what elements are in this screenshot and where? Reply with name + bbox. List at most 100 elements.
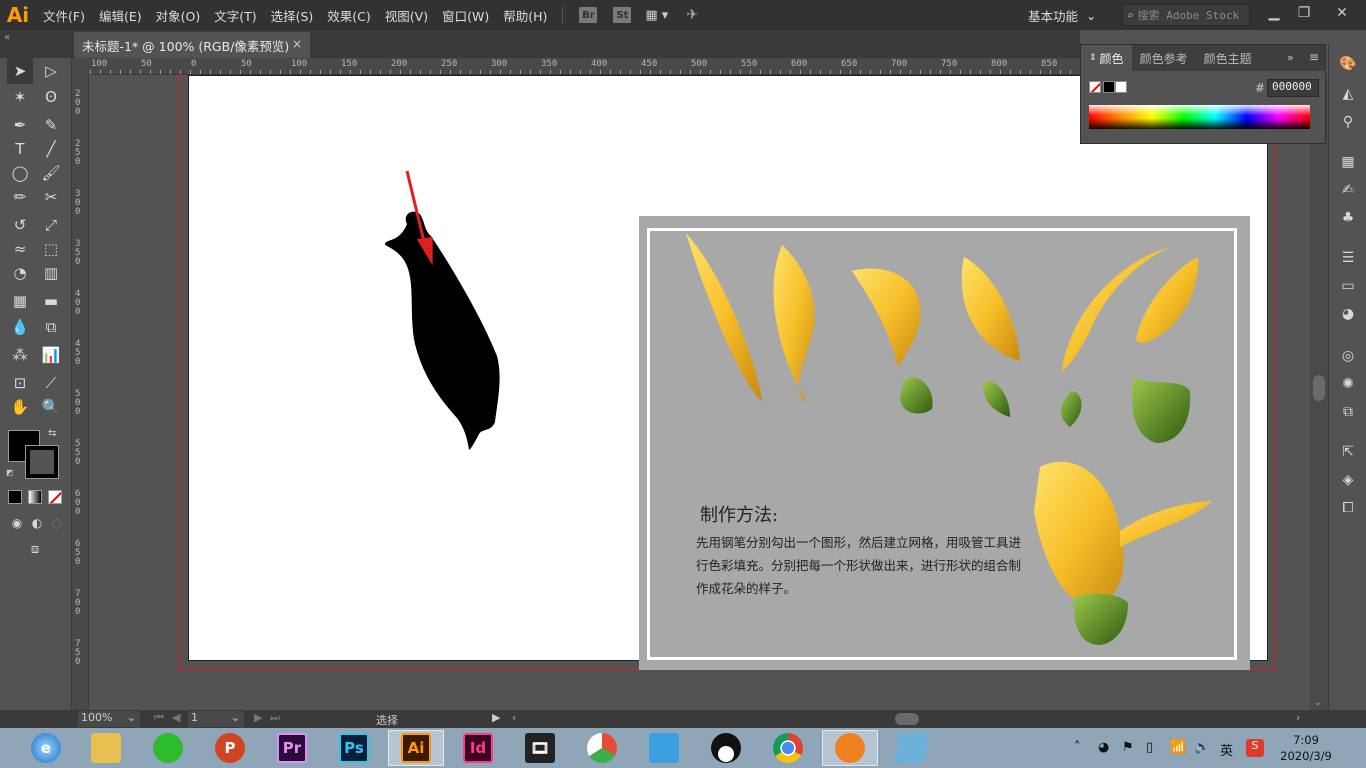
gradient-tool-icon[interactable]: ▬ <box>38 288 64 314</box>
scale-tool-icon[interactable]: ⤢ <box>38 212 64 238</box>
zoom-field[interactable]: 100% ⌄ <box>78 711 140 727</box>
rotate-tool-icon[interactable]: ↺ <box>7 212 33 238</box>
taskbar-app-ball[interactable] <box>574 730 630 766</box>
close-tab-icon[interactable]: × <box>292 37 302 51</box>
none-color-swatch[interactable] <box>1089 81 1101 93</box>
artboard-tool-icon[interactable]: ⊡ <box>7 370 33 396</box>
tab-color-guide[interactable]: 颜色参考 <box>1132 45 1196 71</box>
taskbar-app-book[interactable] <box>884 730 940 766</box>
taskbar-app-chat[interactable] <box>636 730 692 766</box>
curvature-tool-icon[interactable]: ✎ <box>38 112 64 138</box>
last-artboard-icon[interactable]: ⏭ <box>270 711 280 725</box>
scroll-left-icon[interactable]: ‹ <box>512 711 516 724</box>
taskbar-illustrator[interactable]: Ai <box>388 730 444 766</box>
previous-artboard-icon[interactable]: ◀ <box>172 711 180 724</box>
taskbar-video[interactable]: 🎞 <box>512 730 568 766</box>
taskbar-wechat[interactable] <box>140 730 196 766</box>
security-tray-icon[interactable]: ⚑ <box>1122 740 1134 755</box>
swatches-icon[interactable]: ▦ <box>1338 152 1358 172</box>
ruler-origin[interactable] <box>72 58 90 75</box>
vertical-scroll-thumb[interactable] <box>1313 375 1325 401</box>
hex-color-input[interactable]: 000000 <box>1267 79 1319 97</box>
swap-colors-icon[interactable]: ⇆ <box>48 428 56 439</box>
symbol-sprayer-tool-icon[interactable]: ⁂ <box>7 342 33 368</box>
taskbar-indesign[interactable]: Id <box>450 730 506 766</box>
minimize-button[interactable]: ▁ <box>1258 0 1290 26</box>
volume-tray-icon[interactable]: 🔈 <box>1194 740 1210 755</box>
line-tool-icon[interactable]: ╱ <box>38 136 64 162</box>
artboard[interactable]: 制作方法: 先用钢笔分别勾出一个图形，然后建立网格，用吸管工具进行色彩填充。分别… <box>188 75 1268 670</box>
scroll-right-icon[interactable]: › <box>1296 711 1300 724</box>
menu-edit[interactable]: 编辑(E) <box>92 0 149 30</box>
document-tab[interactable]: 未标题-1* @ 100% (RGB/像素预览) × <box>74 32 310 58</box>
width-tool-icon[interactable]: ≈ <box>7 236 33 262</box>
network-tray-icon[interactable]: 📶 <box>1170 740 1186 755</box>
selection-tool-icon[interactable]: ➤ <box>7 58 33 84</box>
input-method-indicator[interactable]: 英 <box>1220 740 1233 759</box>
menu-type[interactable]: 文字(T) <box>207 0 263 30</box>
blend-tool-icon[interactable]: ⧉ <box>38 314 64 340</box>
asset-export-icon[interactable]: ⧉ <box>1338 402 1358 422</box>
slice-tool-icon[interactable]: ⟋ <box>38 370 64 396</box>
artboard-number-field[interactable]: 1 ⌄ <box>188 711 244 727</box>
stroke-icon[interactable]: ☰ <box>1338 248 1358 268</box>
qq-tray-icon[interactable]: ◕ <box>1098 740 1109 755</box>
menu-object[interactable]: 对象(O) <box>149 0 208 30</box>
panel-expand-icon[interactable]: » <box>1287 51 1294 64</box>
close-window-button[interactable]: ✕ <box>1326 0 1358 26</box>
power-tray-icon[interactable]: ▯ <box>1146 740 1153 755</box>
menu-help[interactable]: 帮助(H) <box>496 0 554 30</box>
menu-view[interactable]: 视图(V) <box>378 0 435 30</box>
ellipse-tool-icon[interactable]: ◯ <box>7 160 33 186</box>
show-hidden-icons[interactable]: ˄ <box>1074 740 1081 755</box>
column-graph-tool-icon[interactable]: 📊 <box>38 342 64 368</box>
appearance-icon[interactable]: ◎ <box>1338 346 1358 366</box>
black-petal-shape[interactable] <box>384 211 500 450</box>
menu-select[interactable]: 选择(S) <box>264 0 321 30</box>
menu-file[interactable]: 文件(F) <box>36 0 92 30</box>
screen-mode-icon[interactable]: ⧈ <box>22 536 48 562</box>
first-artboard-icon[interactable]: ⏮ <box>154 711 164 725</box>
color-guide-icon[interactable]: ◭ <box>1338 84 1358 104</box>
export-icon[interactable]: ⇱ <box>1338 442 1358 462</box>
color-palette-icon[interactable]: 🎨 <box>1338 54 1358 74</box>
panel-menu-icon[interactable]: ≡ <box>1309 50 1319 64</box>
status-menu-icon[interactable]: ▶ <box>492 711 500 724</box>
horizontal-ruler[interactable]: 100 50 0 50 100 150 200 250 300 350 400 … <box>90 58 1080 75</box>
taskbar-chrome[interactable] <box>760 730 816 766</box>
white-color-swatch[interactable] <box>1115 81 1127 93</box>
eyedropper-tool-icon[interactable]: 💧 <box>7 314 33 340</box>
artboards-icon[interactable]: ⧠ <box>1338 498 1358 518</box>
shape-builder-tool-icon[interactable]: ◔ <box>7 260 33 286</box>
sogou-tray-icon[interactable]: S <box>1246 739 1264 757</box>
workspace-switcher[interactable]: 基本功能 ⌄ <box>1028 0 1097 30</box>
default-colors-icon[interactable]: ◩ <box>6 468 14 477</box>
brushes-icon[interactable]: ✍ <box>1338 180 1358 200</box>
bridge-button[interactable]: Br <box>579 7 598 23</box>
tab-color[interactable]: ⇕ 颜色 <box>1081 45 1132 71</box>
none-mode-button[interactable] <box>48 490 62 504</box>
type-tool-icon[interactable]: T <box>7 136 33 162</box>
taskbar-powerpoint[interactable]: P <box>202 730 258 766</box>
graphic-styles-icon[interactable]: ✺ <box>1338 374 1358 394</box>
scissors-tool-icon[interactable]: ✂ <box>38 184 64 210</box>
mesh-tool-icon[interactable]: ▦ <box>7 288 33 314</box>
canvas[interactable]: 制作方法: 先用钢笔分别勾出一个图形，然后建立网格，用吸管工具进行色彩填充。分别… <box>90 75 1310 710</box>
stock-button[interactable]: St <box>613 7 632 23</box>
horizontal-scroll-thumb[interactable] <box>895 713 919 725</box>
lasso-tool-icon[interactable]: ʘ <box>38 84 64 110</box>
gpu-performance-icon[interactable]: ✈ <box>686 7 698 23</box>
free-transform-tool-icon[interactable]: ⬚ <box>38 236 64 262</box>
next-artboard-icon[interactable]: ▶ <box>254 711 262 724</box>
tab-color-themes[interactable]: 颜色主题 <box>1196 45 1260 71</box>
taskbar-photoshop[interactable]: Ps <box>326 730 382 766</box>
vertical-ruler[interactable]: 200 250 300 350 400 450 500 550 600 650 … <box>72 75 89 710</box>
draw-inside-icon[interactable]: ◌ <box>44 510 70 536</box>
magic-wand-tool-icon[interactable]: ✶ <box>7 84 33 110</box>
taskbar-app-fox[interactable] <box>822 730 878 766</box>
pen-tool-icon[interactable]: ✒ <box>7 112 33 138</box>
collapse-panels-icon[interactable]: « <box>4 32 10 43</box>
layers-icon[interactable]: ◈ <box>1338 470 1358 490</box>
color-spectrum[interactable] <box>1089 105 1310 129</box>
hand-tool-icon[interactable]: ✋ <box>7 394 33 420</box>
